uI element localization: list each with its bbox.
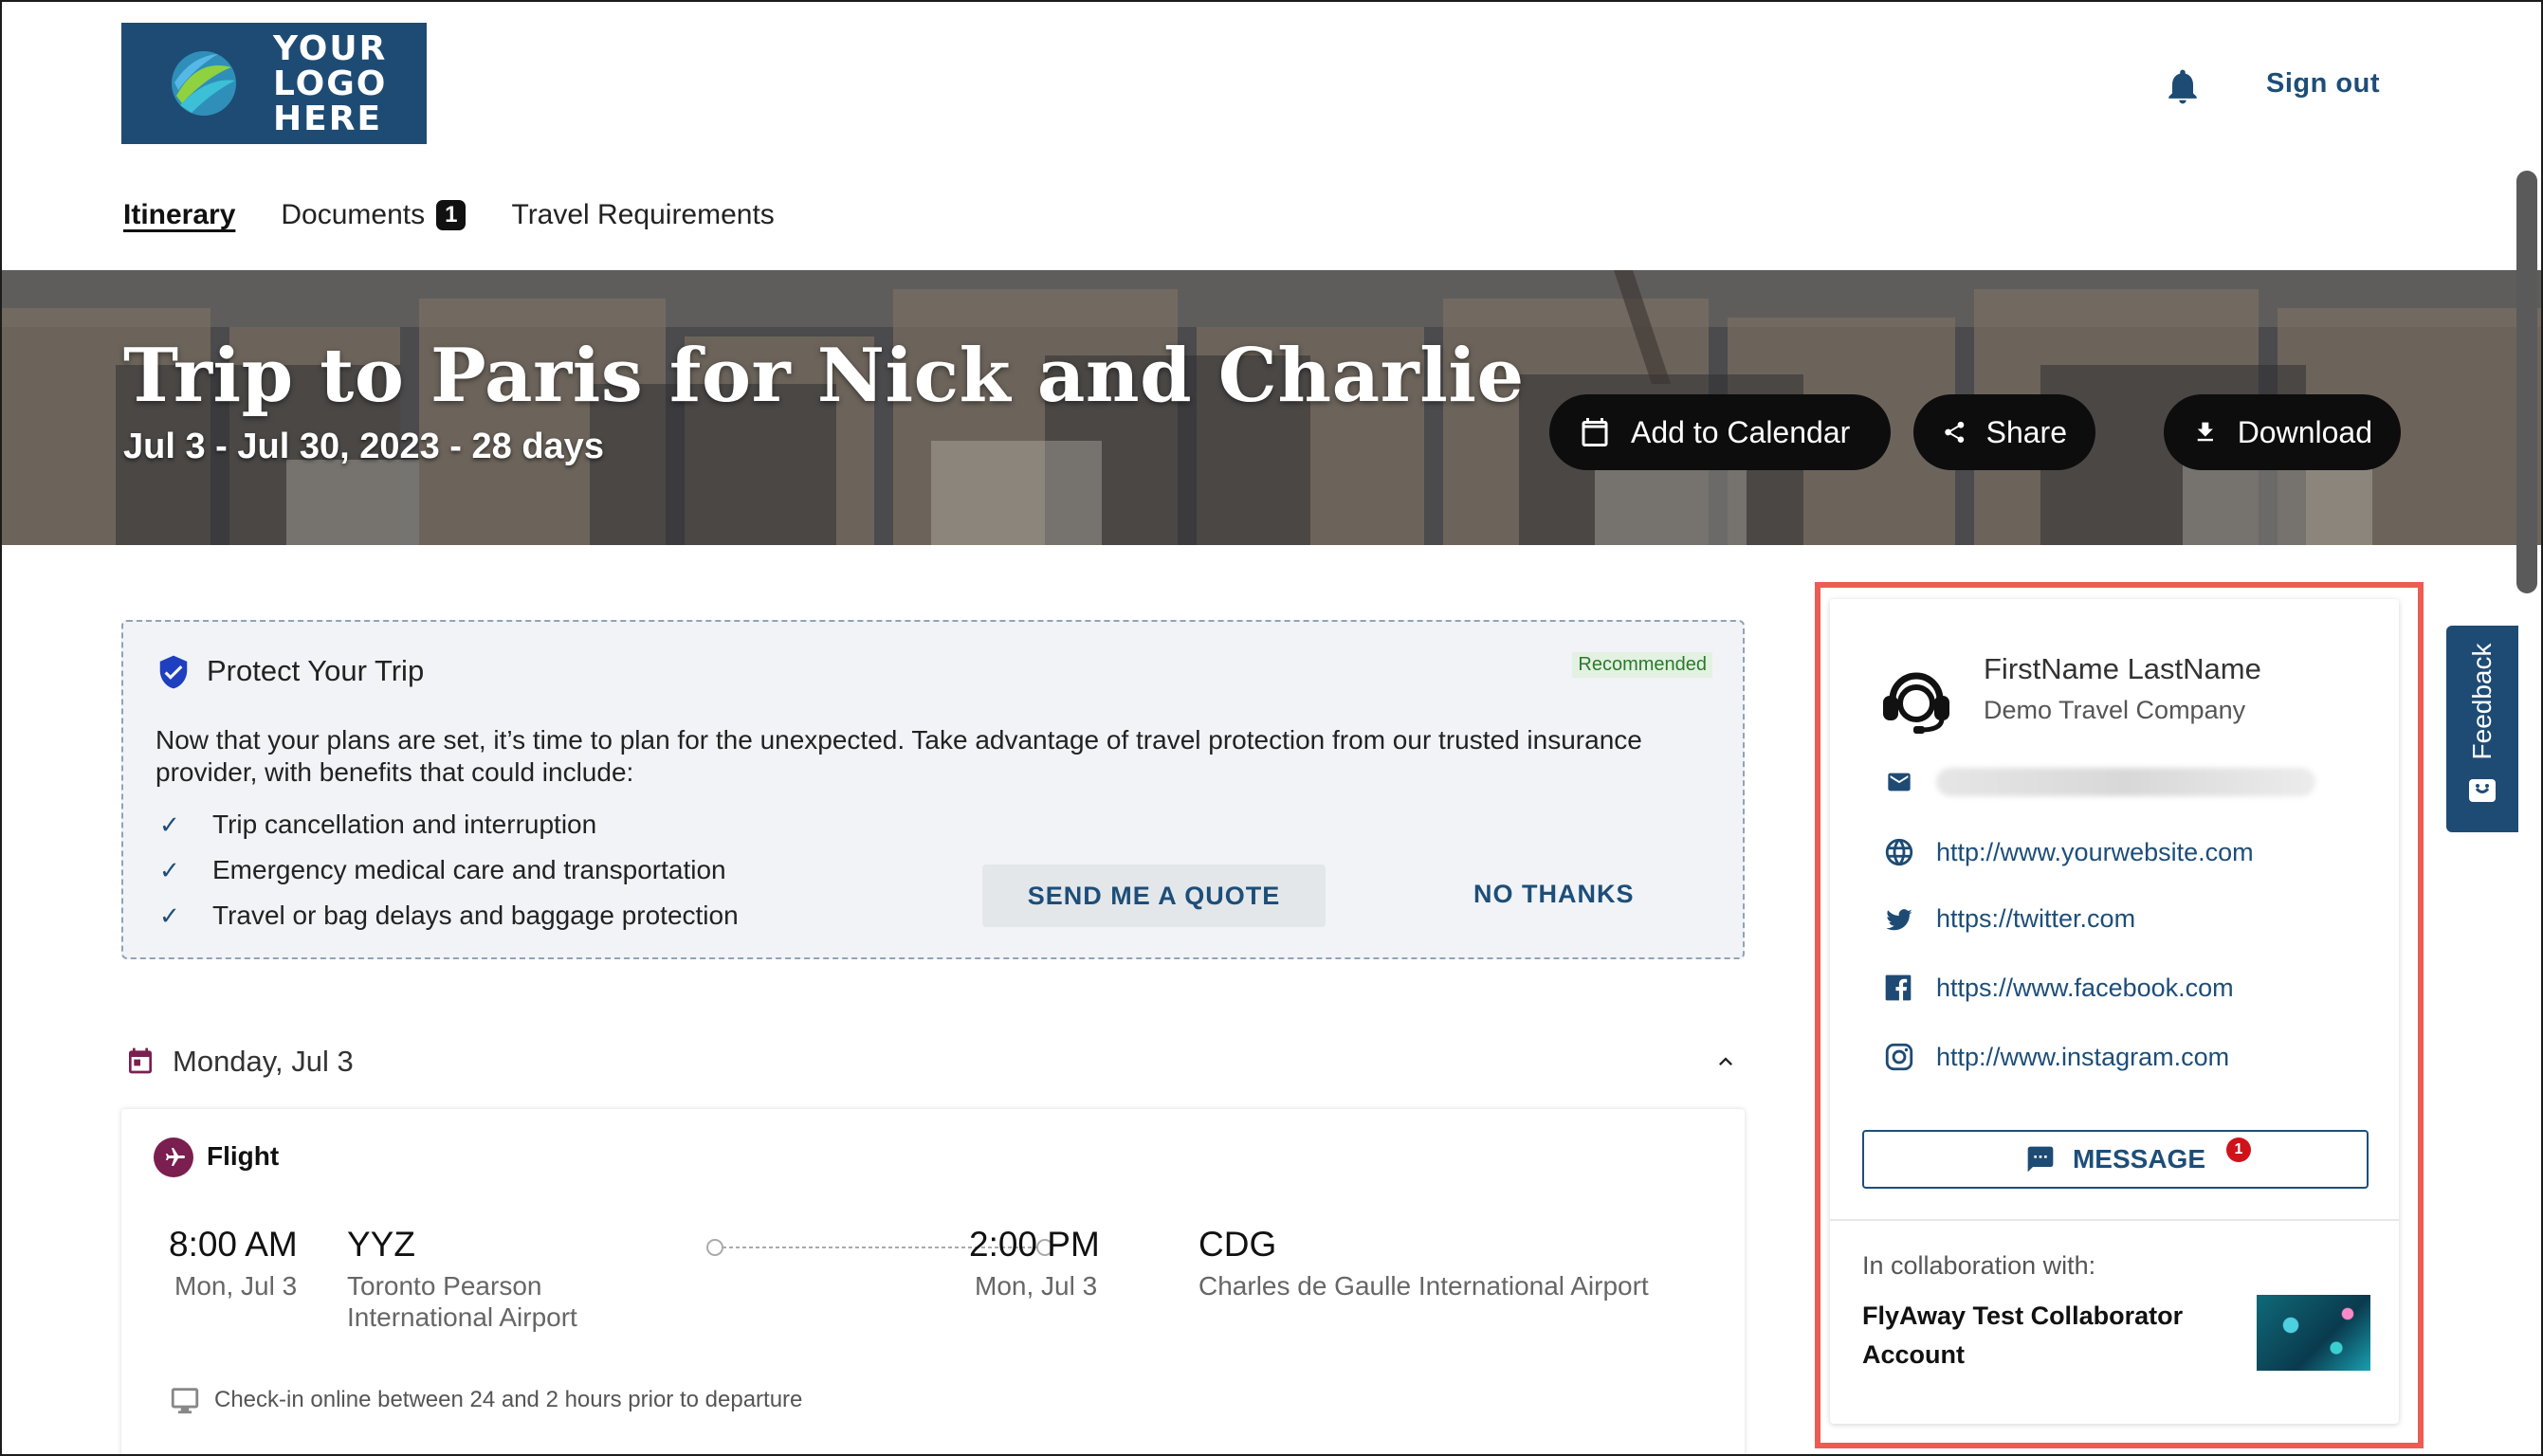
- headset-agent-icon: [1883, 672, 1949, 734]
- benefit-item: ✓ Trip cancellation and interruption: [159, 810, 596, 840]
- add-to-calendar-button[interactable]: Add to Calendar: [1549, 394, 1891, 470]
- arrival-time: 2:00 PM: [969, 1225, 1100, 1264]
- trip-dates: Jul 3 - Jul 30, 2023 - 28 days: [123, 427, 604, 466]
- share-button[interactable]: Share: [1913, 394, 2095, 470]
- feedback-tab[interactable]: Feedback: [2446, 626, 2518, 832]
- departure-airport: Toronto Pearson International Airport: [347, 1270, 577, 1333]
- departure-airport-line1: Toronto Pearson: [347, 1271, 542, 1301]
- trip-title: Trip to Paris for Nick and Charlie: [123, 333, 1525, 419]
- flight-card[interactable]: Flight 8:00 AM Mon, Jul 3 YYZ Toronto Pe…: [121, 1109, 1745, 1454]
- departure-date: Mon, Jul 3: [174, 1271, 298, 1301]
- message-button[interactable]: MESSAGE 1: [1862, 1130, 2369, 1189]
- arrival-airport: Charles de Gaulle International Airport: [1198, 1271, 1649, 1301]
- email-icon: [1883, 769, 1936, 795]
- logo-text: YOUR LOGO HERE: [273, 28, 388, 138]
- agent-name: FirstName LastName: [1984, 652, 2261, 685]
- share-label: Share: [1985, 414, 2067, 449]
- tab-documents-label: Documents: [281, 199, 426, 230]
- day-label: Monday, Jul 3: [173, 1045, 354, 1078]
- instagram-icon: [1883, 1041, 1936, 1073]
- chevron-up-icon[interactable]: [1711, 1048, 1741, 1075]
- departure-code: YYZ: [347, 1225, 415, 1264]
- benefit-item: ✓ Emergency medical care and transportat…: [159, 855, 726, 885]
- add-to-calendar-label: Add to Calendar: [1631, 414, 1851, 449]
- panel-divider: [1830, 1219, 2399, 1221]
- departure-airport-line2: International Airport: [347, 1302, 577, 1332]
- redacted-email: [1936, 768, 2315, 796]
- globe-icon: [1883, 836, 1936, 868]
- globe-logo-icon: [169, 48, 239, 118]
- check-icon: ✓: [159, 810, 180, 839]
- instagram-url: http://www.instagram.com: [1936, 1042, 2230, 1071]
- check-icon: ✓: [159, 901, 180, 930]
- agent-twitter-link[interactable]: https://twitter.com: [1883, 904, 2135, 934]
- website-url: http://www.yourwebsite.com: [1936, 837, 2254, 866]
- sign-out-link[interactable]: Sign out: [2266, 68, 2380, 100]
- feedback-smile-icon: [2469, 779, 2496, 802]
- page-scrollbar-thumb[interactable]: [2516, 171, 2537, 593]
- facebook-url: https://www.facebook.com: [1936, 973, 2234, 1002]
- arrival-code: CDG: [1198, 1225, 1277, 1264]
- protect-trip-description: Now that your plans are set, it’s time t…: [156, 725, 1642, 787]
- collaborator-name: FlyAway Test Collaborator Account: [1862, 1301, 2184, 1369]
- twitter-icon: [1883, 905, 1936, 934]
- feedback-label: Feedback: [2467, 643, 2497, 760]
- message-label: MESSAGE: [2072, 1144, 2206, 1174]
- send-me-a-quote-button[interactable]: SEND ME A QUOTE: [982, 864, 1326, 927]
- agent-facebook-link[interactable]: https://www.facebook.com: [1883, 973, 2234, 1003]
- chat-message-icon: [2027, 1146, 2054, 1173]
- calendar-day-icon: [129, 1047, 152, 1074]
- arrival-date: Mon, Jul 3: [975, 1271, 1098, 1301]
- protect-trip-card: Protect Your Trip Recommended Now that y…: [121, 620, 1745, 959]
- departure-time: 8:00 AM: [169, 1225, 298, 1264]
- no-thanks-button[interactable]: NO THANKS: [1473, 880, 1635, 909]
- benefit-label: Trip cancellation and interruption: [212, 810, 597, 839]
- shield-check-icon: [159, 655, 188, 689]
- agent-website-link[interactable]: http://www.yourwebsite.com: [1883, 836, 2254, 868]
- calendar-icon: [1582, 418, 1608, 446]
- documents-count-badge: 1: [436, 200, 467, 230]
- computer-checkin-icon: [171, 1388, 199, 1414]
- benefit-item: ✓ Travel or bag delays and baggage prote…: [159, 901, 739, 931]
- twitter-url: https://twitter.com: [1936, 904, 2136, 933]
- flight-type-label: Flight: [207, 1141, 280, 1171]
- tab-itinerary[interactable]: Itinerary: [123, 199, 235, 231]
- protect-trip-title: Protect Your Trip: [207, 654, 425, 687]
- check-icon: ✓: [159, 855, 180, 884]
- company-logo[interactable]: YOUR LOGO HERE: [121, 23, 427, 144]
- recommended-badge: Recommended: [1572, 652, 1712, 678]
- message-count-badge: 1: [2226, 1138, 2251, 1162]
- benefit-label: Travel or bag delays and baggage protect…: [212, 901, 739, 930]
- app-frame: YOUR LOGO HERE Sign out Itinerary Docume…: [0, 0, 2543, 1456]
- download-icon: [2197, 422, 2213, 442]
- download-button[interactable]: Download: [2164, 394, 2401, 470]
- download-label: Download: [2237, 414, 2372, 449]
- collaboration-label: In collaboration with:: [1862, 1251, 2096, 1280]
- benefit-label: Emergency medical care and transportatio…: [212, 855, 726, 884]
- share-icon: [1945, 421, 1965, 443]
- agent-email-row[interactable]: [1883, 768, 2315, 796]
- agent-instagram-link[interactable]: http://www.instagram.com: [1883, 1041, 2229, 1073]
- tab-documents[interactable]: Documents 1: [281, 199, 467, 231]
- collaborator-logo-image: [2257, 1295, 2370, 1371]
- checkin-note-text: Check-in online between 24 and 2 hours p…: [214, 1387, 803, 1412]
- checkin-note: Check-in online between 24 and 2 hours p…: [169, 1384, 802, 1416]
- travel-agent-panel: FirstName LastName Demo Travel Company h…: [1830, 599, 2399, 1424]
- main-nav: Itinerary Documents 1 Travel Requirement…: [123, 199, 820, 231]
- agent-company: Demo Travel Company: [1984, 696, 2246, 724]
- tab-travel-requirements[interactable]: Travel Requirements: [511, 199, 774, 231]
- airplane-icon: [154, 1138, 193, 1177]
- trip-banner: Trip to Paris for Nick and Charlie Jul 3…: [2, 270, 2541, 545]
- facebook-icon: [1883, 973, 1936, 1003]
- notification-bell-icon[interactable]: [2162, 64, 2204, 108]
